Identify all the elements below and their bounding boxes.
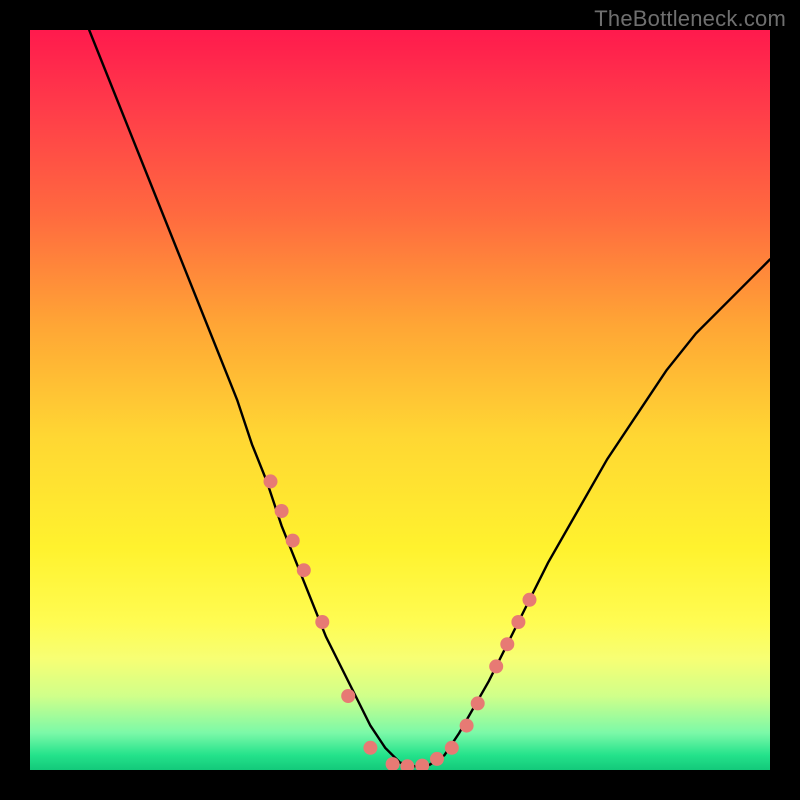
highlight-dot [275, 504, 289, 518]
highlight-dot [341, 689, 355, 703]
highlight-dot [523, 593, 537, 607]
highlight-dot [471, 696, 485, 710]
chart-svg [30, 30, 770, 770]
watermark-text: TheBottleneck.com [594, 6, 786, 32]
plot-area [30, 30, 770, 770]
chart-frame: TheBottleneck.com [0, 0, 800, 800]
bottleneck-curve [89, 30, 770, 766]
highlight-dot [460, 719, 474, 733]
highlight-dot [297, 563, 311, 577]
highlight-dot [500, 637, 514, 651]
highlight-dot [286, 534, 300, 548]
highlight-dot [400, 759, 414, 770]
highlight-dot [511, 615, 525, 629]
highlight-dots [264, 474, 537, 770]
highlight-dot [430, 752, 444, 766]
highlight-dot [363, 741, 377, 755]
highlight-dot [264, 474, 278, 488]
highlight-dot [315, 615, 329, 629]
highlight-dot [445, 741, 459, 755]
highlight-dot [489, 659, 503, 673]
highlight-dot [415, 759, 429, 770]
